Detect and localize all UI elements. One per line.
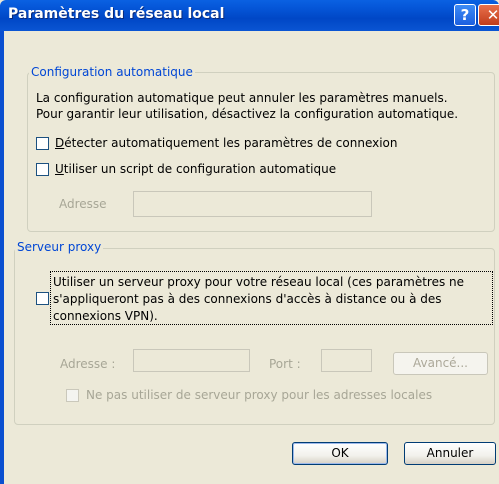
detect-settings-label[interactable]: Détecter automatiquement les paramètres … bbox=[55, 136, 398, 150]
proxy-port-label: Port : bbox=[269, 357, 301, 371]
use-proxy-checkbox[interactable] bbox=[36, 292, 49, 305]
proxy-address-input[interactable] bbox=[133, 349, 250, 372]
close-button[interactable]: ✕ bbox=[478, 4, 499, 26]
proxy-legend: Serveur proxy bbox=[15, 240, 104, 254]
help-icon: ? bbox=[460, 6, 470, 24]
proxy-port-input[interactable] bbox=[321, 349, 372, 372]
auto-config-script-checkbox[interactable] bbox=[36, 163, 49, 176]
auto-config-description-line2: Pour garantir leur utilisation, désactiv… bbox=[36, 107, 459, 121]
bypass-local-label[interactable]: Ne pas utiliser de serveur proxy pour le… bbox=[86, 388, 432, 402]
auto-config-script-label[interactable]: Utiliser un script de configuration auto… bbox=[55, 162, 336, 176]
use-proxy-label-line1[interactable]: Utiliser un serveur proxy pour votre rés… bbox=[53, 275, 464, 289]
help-button[interactable]: ? bbox=[454, 4, 476, 26]
detect-settings-checkbox[interactable] bbox=[36, 137, 49, 150]
close-icon: ✕ bbox=[486, 6, 499, 24]
window-frame-left bbox=[0, 31, 4, 484]
auto-config-description-line1: La configuration automatique peut annule… bbox=[36, 91, 448, 105]
dialog-title: Paramètres du réseau local bbox=[8, 6, 225, 22]
lan-settings-dialog: Paramètres du réseau local ? ✕ Configura… bbox=[0, 0, 499, 484]
script-address-input[interactable] bbox=[133, 191, 372, 217]
auto-config-legend: Configuration automatique bbox=[29, 65, 195, 79]
ok-button[interactable]: OK bbox=[292, 442, 388, 465]
cancel-button[interactable]: Annuler bbox=[404, 442, 496, 465]
script-address-label: Adresse bbox=[59, 197, 107, 211]
use-proxy-label-line3[interactable]: connexions VPN). bbox=[53, 309, 158, 323]
title-bar[interactable]: Paramètres du réseau local ? ✕ bbox=[0, 0, 499, 31]
use-proxy-label-line2[interactable]: s'appliqueront pas à des connexions d'ac… bbox=[53, 292, 442, 306]
advanced-button[interactable]: Avancé... bbox=[393, 352, 488, 375]
bypass-local-checkbox[interactable] bbox=[66, 389, 79, 402]
proxy-address-label: Adresse : bbox=[60, 357, 116, 371]
